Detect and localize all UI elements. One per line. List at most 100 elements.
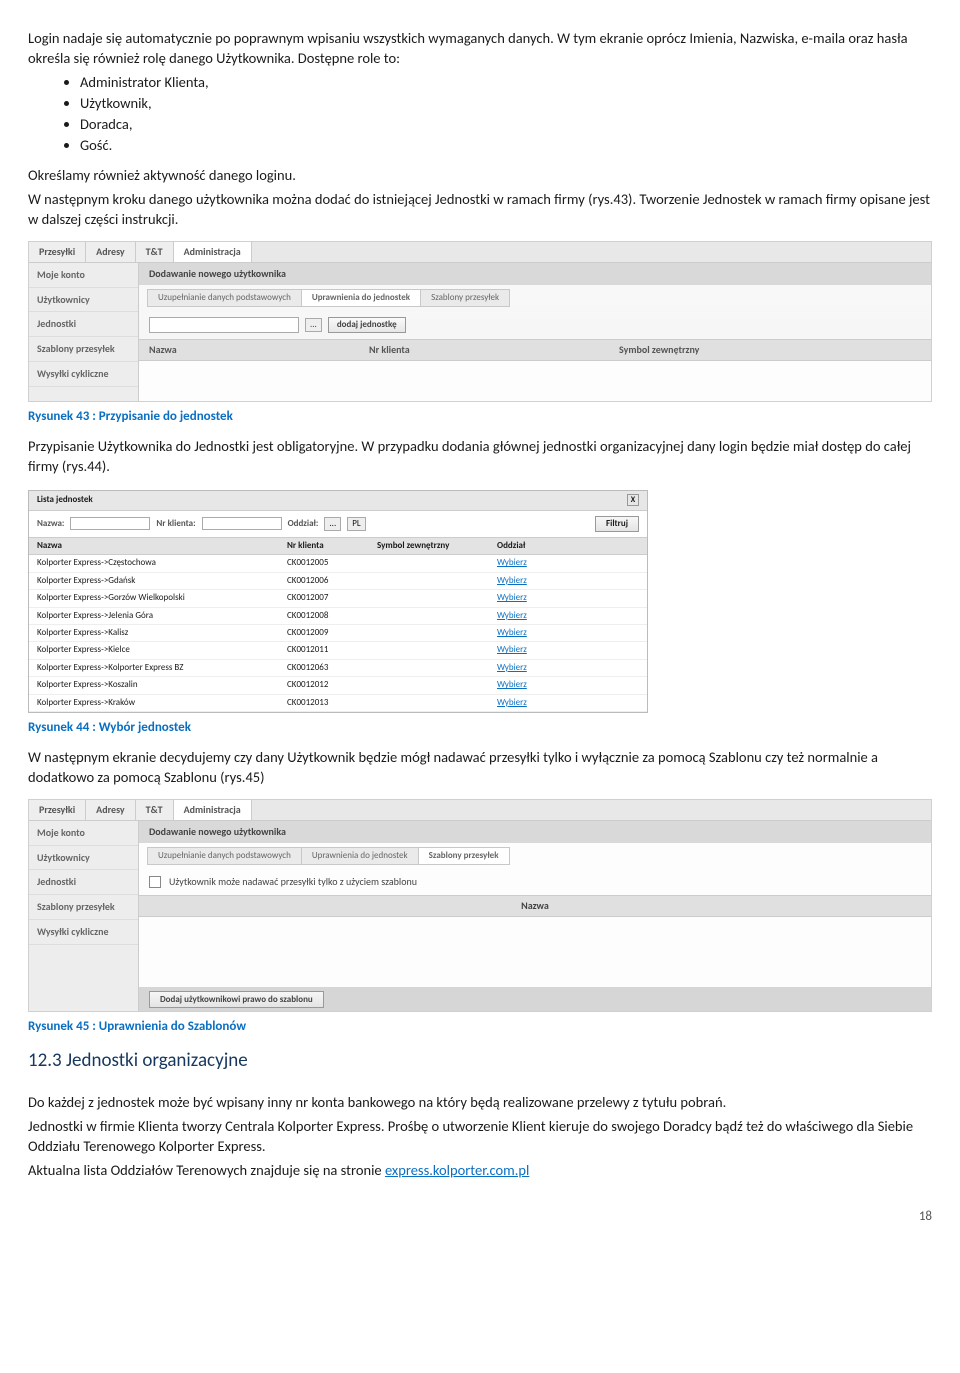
units-table-body-empty xyxy=(139,361,931,401)
tab-administracja[interactable]: Administracja xyxy=(174,242,252,262)
table-row: Kolporter Express->Jelenia GóraCK0012008… xyxy=(29,608,647,625)
roles-list: Administrator Klienta, Użytkownik, Dorad… xyxy=(28,72,932,155)
intro-paragraph-3: W następnym kroku danego użytkownika moż… xyxy=(28,189,932,229)
sidebar-item-moje-konto[interactable]: Moje konto xyxy=(29,821,138,846)
top-tabs: Przesyłki Adresy T&T Administracja xyxy=(29,242,931,263)
tab-przesylki[interactable]: Przesyłki xyxy=(29,800,86,820)
col-nazwa: Nazwa xyxy=(139,895,931,917)
col-nr-klienta: Nr klienta xyxy=(369,343,619,357)
table-row: Kolporter Express->GdańskCK0012006Wybier… xyxy=(29,573,647,590)
select-link[interactable]: Wybierz xyxy=(497,662,527,674)
sidebar-item-jednostki[interactable]: Jednostki xyxy=(29,312,138,337)
page-header: Dodawanie nowego użytkownika xyxy=(139,821,931,843)
caption-44: Rysunek 44 : Wybór jednostek xyxy=(28,719,932,737)
template-only-label: Użytkownik może nadawać przesyłki tylko … xyxy=(169,875,417,889)
cell-nazwa: Kolporter Express->Kraków xyxy=(37,697,287,709)
step-basic-data[interactable]: Uzupełnianie danych podstawowych xyxy=(147,289,302,307)
browse-button[interactable]: ... xyxy=(305,318,322,332)
filter-label-oddzial: Oddział: xyxy=(288,518,319,530)
cell-nr-klienta: CK0012011 xyxy=(287,644,377,656)
col-symbol: Symbol zewnętrzny xyxy=(377,540,497,552)
table-row: Kolporter Express->KoszalinCK0012012 Wybi… xyxy=(29,677,647,694)
tab-adresy[interactable]: Adresy xyxy=(86,800,135,820)
kolporter-link[interactable]: express.kolporter.com.pl xyxy=(385,1161,529,1179)
role-item: Administrator Klienta, xyxy=(80,72,932,92)
step-templates[interactable]: Szablony przesyłek xyxy=(420,289,510,307)
screenshot-templates-permissions: Przesyłki Adresy T&T Administracja Moje … xyxy=(28,799,932,1012)
select-link[interactable]: Wybierz xyxy=(497,592,527,604)
select-link[interactable]: Wybierz xyxy=(497,627,527,639)
template-only-checkbox[interactable] xyxy=(149,876,161,888)
sidebar-item-szablony[interactable]: Szablony przesyłek xyxy=(29,895,138,920)
select-link[interactable]: Wybierz xyxy=(497,679,527,691)
cell-symbol xyxy=(377,697,497,709)
tab-tt[interactable]: T&T xyxy=(136,242,174,262)
filter-label-nazwa: Nazwa: xyxy=(37,518,64,530)
close-icon[interactable]: X xyxy=(627,494,639,506)
select-link[interactable]: Wybierz xyxy=(497,644,527,656)
sidebar-item-moje-konto[interactable]: Moje konto xyxy=(29,263,138,288)
cell-symbol xyxy=(377,627,497,639)
cell-nr-klienta: CK0012005 xyxy=(287,557,377,569)
page-number: 18 xyxy=(28,1208,932,1226)
table-row: Kolporter Express->KrakówCK0012013 Wybier… xyxy=(29,695,647,712)
cell-symbol xyxy=(377,610,497,622)
cell-nr-klienta: CK0012008 xyxy=(287,610,377,622)
filter-label-nrklienta: Nr klienta: xyxy=(156,518,195,530)
col-nr-klienta: Nr klienta xyxy=(287,540,377,552)
units-table-header: Nazwa Nr klienta Symbol zewnętrzny xyxy=(139,339,931,361)
filter-input-nazwa[interactable] xyxy=(70,517,150,530)
table-row: Kolporter Express->CzęstochowaCK0012005 W… xyxy=(29,555,647,572)
sidebar-item-wysylki[interactable]: Wysyłki cykliczne xyxy=(29,920,138,945)
section-heading-12-3: 12.3 Jednostki organizacyjne xyxy=(28,1048,932,1074)
cell-symbol xyxy=(377,557,497,569)
tab-tt[interactable]: T&T xyxy=(136,800,174,820)
step-unit-permissions[interactable]: Uprawnienia do jednostek xyxy=(301,289,421,307)
cell-nr-klienta: CK0012013 xyxy=(287,697,377,709)
sidebar: Moje konto Użytkownicy Jednostki Szablon… xyxy=(29,263,139,401)
select-link[interactable]: Wybierz xyxy=(497,557,527,569)
cell-nr-klienta: CK0012063 xyxy=(287,662,377,674)
screenshot-unit-list-popup: Lista jednostek X Nazwa: Nr klienta: Odd… xyxy=(28,490,648,713)
browse-oddzial-button[interactable]: ... xyxy=(324,517,341,531)
col-symbol: Symbol zewnętrzny xyxy=(619,343,699,357)
sidebar-item-uzytkownicy[interactable]: Użytkownicy xyxy=(29,846,138,871)
sidebar-item-szablony[interactable]: Szablony przesyłek xyxy=(29,337,138,362)
col-nazwa: Nazwa xyxy=(37,540,287,552)
filter-input-nrklienta[interactable] xyxy=(202,517,282,530)
tab-administracja[interactable]: Administracja xyxy=(174,800,252,820)
sidebar-item-uzytkownicy[interactable]: Użytkownicy xyxy=(29,288,138,313)
sidebar-item-wysylki[interactable]: Wysyłki cykliczne xyxy=(29,362,138,387)
cell-symbol xyxy=(377,662,497,674)
unit-input[interactable] xyxy=(149,317,299,333)
cell-nazwa: Kolporter Express->Koszalin xyxy=(37,679,287,691)
step-unit-permissions[interactable]: Uprawnienia do jednostek xyxy=(301,847,419,865)
select-link[interactable]: Wybierz xyxy=(497,697,527,709)
cell-symbol xyxy=(377,679,497,691)
templates-table-body-empty xyxy=(139,917,931,987)
tab-przesylki[interactable]: Przesyłki xyxy=(29,242,86,262)
add-unit-button[interactable]: dodaj jednostkę xyxy=(328,317,406,333)
page-header: Dodawanie nowego użytkownika xyxy=(139,263,931,285)
step-basic-data[interactable]: Uzupełnianie danych podstawowych xyxy=(147,847,302,865)
outro-p1: Do każdej z jednostek może być wpisany i… xyxy=(28,1092,932,1112)
outro-p2: Jednostki w firmie Klienta tworzy Centra… xyxy=(28,1116,932,1156)
tab-adresy[interactable]: Adresy xyxy=(86,242,135,262)
select-link[interactable]: Wybierz xyxy=(497,610,527,622)
role-item: Gość. xyxy=(80,135,932,155)
cell-nazwa: Kolporter Express->Jelenia Góra xyxy=(37,610,287,622)
cell-symbol xyxy=(377,575,497,587)
add-template-right-button[interactable]: Dodaj użytkownikowi prawo do szablonu xyxy=(149,991,324,1008)
outro-p3-text: Aktualna lista Oddziałów Terenowych znaj… xyxy=(28,1161,385,1179)
popup-title: Lista jednostek xyxy=(37,494,93,506)
select-link[interactable]: Wybierz xyxy=(497,575,527,587)
sidebar-item-jednostki[interactable]: Jednostki xyxy=(29,870,138,895)
step-templates[interactable]: Szablony przesyłek xyxy=(418,847,510,865)
cell-symbol xyxy=(377,592,497,604)
table-row: Kolporter Express->KaliszCK0012009Wybier… xyxy=(29,625,647,642)
cell-nazwa: Kolporter Express->Częstochowa xyxy=(37,557,287,569)
filter-button[interactable]: Filtruj xyxy=(595,516,639,532)
country-pl-button[interactable]: PL xyxy=(347,517,365,531)
intro-paragraph-2: Określamy również aktywność danego login… xyxy=(28,165,932,185)
cell-nr-klienta: CK0012012 xyxy=(287,679,377,691)
